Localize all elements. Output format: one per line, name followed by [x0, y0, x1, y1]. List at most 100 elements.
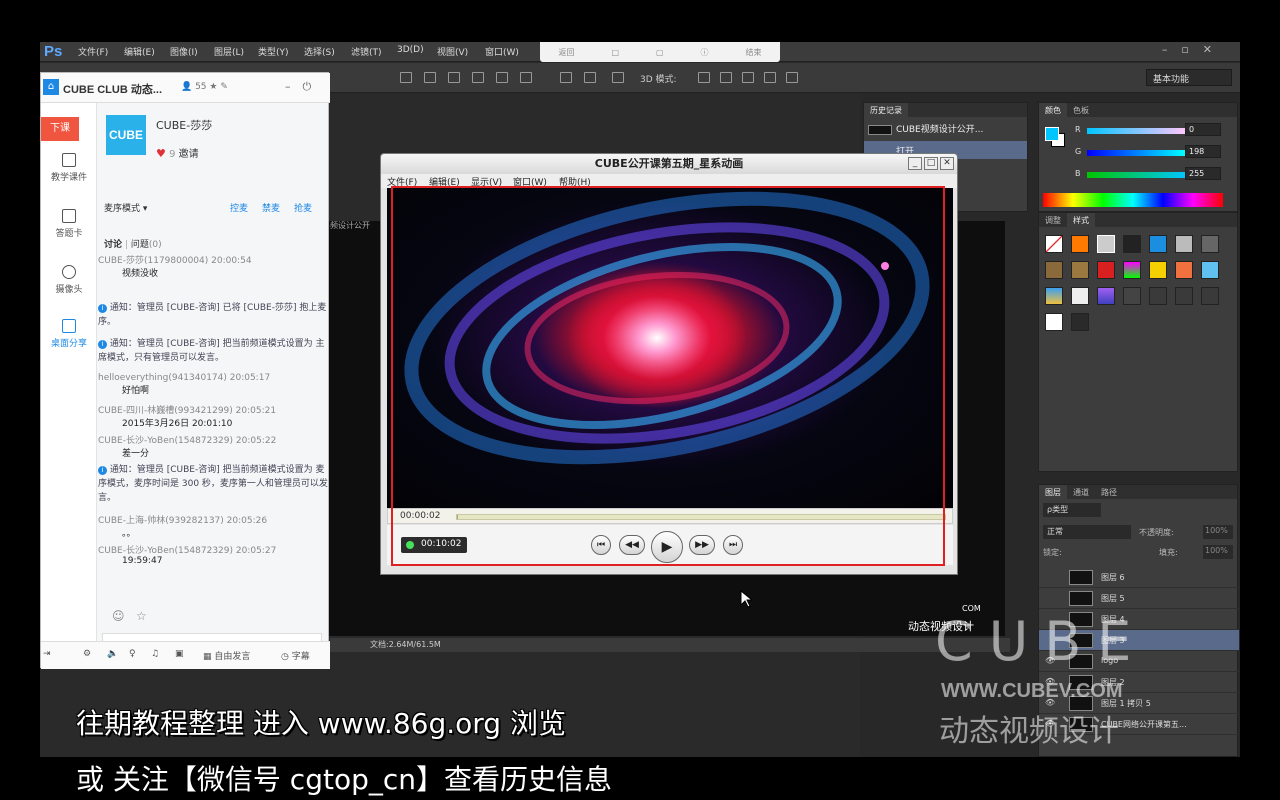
end-button[interactable]: 结束 [745, 47, 761, 58]
workspace-select[interactable]: 基本功能 [1146, 69, 1232, 86]
drag-3d-icon[interactable] [742, 72, 754, 83]
style-swatch[interactable] [1175, 235, 1193, 253]
info-icon[interactable]: ⓘ [701, 47, 709, 58]
opacity-field[interactable]: 100% [1203, 525, 1233, 539]
scale-3d-icon[interactable] [786, 72, 798, 83]
free-speech-toggle[interactable]: ▦ 自由发言 [203, 649, 250, 662]
tab-styles[interactable]: 样式 [1067, 213, 1095, 227]
fast-forward-button[interactable]: ▶▶ [689, 535, 715, 555]
style-swatch[interactable] [1123, 261, 1141, 279]
style-swatch[interactable] [1097, 235, 1115, 253]
settings-icon[interactable]: ⚙ [83, 649, 91, 659]
tab-channels[interactable]: 通道 [1067, 485, 1095, 499]
style-swatch[interactable] [1201, 235, 1219, 253]
tab-adjustments[interactable]: 调整 [1039, 213, 1067, 227]
tab-paths[interactable]: 路径 [1095, 485, 1123, 499]
tab-questions[interactable]: 问题(0) [131, 240, 162, 250]
style-swatch[interactable] [1149, 261, 1167, 279]
sidebar-item-camera[interactable]: 摄像头 [41, 265, 97, 295]
menu-image[interactable]: 图像(I) [170, 45, 198, 58]
record-icon[interactable]: ▣ [175, 649, 184, 659]
play-button[interactable]: ▶ [651, 531, 683, 563]
color-spectrum[interactable] [1043, 193, 1223, 207]
foreground-color-swatch[interactable] [1045, 127, 1059, 141]
menu-select[interactable]: 选择(S) [304, 45, 335, 58]
select-region-icon[interactable]: □ [611, 48, 619, 57]
tab-discussion[interactable]: 讨论 [104, 240, 122, 250]
roll-3d-icon[interactable] [720, 72, 732, 83]
menu-file[interactable]: 文件(F) [78, 45, 108, 58]
subtitle-toggle[interactable]: ◷ 字幕 [281, 649, 310, 662]
host-avatar[interactable]: CUBE [106, 115, 146, 155]
style-swatch[interactable] [1045, 235, 1063, 253]
menu-window[interactable]: 窗口(W) [485, 45, 519, 58]
r-value[interactable]: 0 [1185, 123, 1221, 136]
g-value[interactable]: 198 [1185, 145, 1221, 158]
menu-3d[interactable]: 3D(D) [397, 45, 424, 55]
distribute-icon[interactable] [496, 72, 508, 83]
align-icon[interactable] [400, 72, 412, 83]
style-swatch[interactable] [1097, 287, 1115, 305]
window-icon[interactable]: ▢ [656, 48, 664, 57]
distribute-icon[interactable] [520, 72, 532, 83]
distribute-icon[interactable] [560, 72, 572, 83]
skip-next-button[interactable]: ⏭ [723, 535, 743, 555]
style-swatch[interactable] [1045, 261, 1063, 279]
speaker-icon[interactable]: 🔈 [107, 649, 118, 659]
skip-previous-button[interactable]: ⏮ [591, 535, 611, 555]
style-swatch[interactable] [1071, 287, 1089, 305]
emoji-icon[interactable]: ☺ [112, 609, 125, 623]
music-icon[interactable]: ♫ [151, 649, 159, 659]
menu-edit[interactable]: 编辑(E) [124, 45, 155, 58]
layer-row[interactable]: 图层 6 [1039, 567, 1239, 588]
back-button[interactable]: 返回 [558, 47, 574, 58]
style-swatch[interactable] [1149, 235, 1167, 253]
fill-field[interactable]: 100% [1203, 545, 1233, 559]
menu-type[interactable]: 类型(Y) [258, 45, 289, 58]
exit-icon[interactable]: ⇥ [43, 649, 51, 659]
control-mic-button[interactable]: 控麦 [230, 201, 248, 214]
style-swatch[interactable] [1071, 261, 1089, 279]
distribute-icon[interactable] [472, 72, 484, 83]
layer-filter-select[interactable]: ρ类型 [1043, 503, 1101, 517]
end-class-button[interactable]: 下课 [41, 117, 79, 141]
style-swatch[interactable] [1045, 287, 1063, 305]
r-slider[interactable] [1087, 128, 1185, 134]
player-menu-file[interactable]: 文件(F) [387, 175, 417, 188]
favorite-icon[interactable]: ☆ [136, 609, 147, 623]
maximize-button[interactable]: □ [924, 157, 938, 170]
style-swatch[interactable] [1201, 287, 1219, 305]
close-button[interactable]: ✕ [940, 157, 954, 170]
mute-mic-button[interactable]: 禁麦 [262, 201, 280, 214]
orbit-3d-icon[interactable] [698, 72, 710, 83]
style-swatch[interactable] [1149, 287, 1167, 305]
seek-track[interactable] [456, 514, 946, 520]
visibility-eye-icon[interactable] [1045, 572, 1054, 581]
style-swatch[interactable] [1045, 313, 1063, 331]
grab-mic-button[interactable]: 抢麦 [294, 201, 312, 214]
distribute-icon[interactable] [584, 72, 596, 83]
mic-icon[interactable]: ♀ [129, 649, 136, 659]
align-icon[interactable] [424, 72, 436, 83]
b-slider[interactable] [1087, 172, 1185, 178]
layer-row[interactable]: 图层 5 [1039, 588, 1239, 609]
style-swatch[interactable] [1097, 261, 1115, 279]
menu-layer[interactable]: 图层(L) [214, 45, 244, 58]
video-frame[interactable] [387, 188, 953, 508]
style-swatch[interactable] [1175, 287, 1193, 305]
menu-filter[interactable]: 滤镜(T) [351, 45, 382, 58]
history-snapshot[interactable]: CUBE视频设计公开... [864, 119, 1027, 137]
tab-swatches[interactable]: 色板 [1067, 103, 1095, 117]
player-menu-view[interactable]: 显示(V) [471, 175, 502, 188]
blend-mode-select[interactable]: 正常 [1043, 525, 1131, 539]
tab-history[interactable]: 历史记录 [864, 103, 908, 117]
style-swatch[interactable] [1071, 313, 1089, 331]
style-swatch[interactable] [1201, 261, 1219, 279]
style-swatch[interactable] [1123, 287, 1141, 305]
tab-color[interactable]: 颜色 [1039, 103, 1067, 117]
rewind-button[interactable]: ◀◀ [619, 535, 645, 555]
sidebar-item-answer-card[interactable]: 答题卡 [41, 209, 97, 239]
align-icon[interactable] [448, 72, 460, 83]
slide-3d-icon[interactable] [764, 72, 776, 83]
mode-select[interactable]: 麦序模式 ▾ [104, 201, 147, 214]
